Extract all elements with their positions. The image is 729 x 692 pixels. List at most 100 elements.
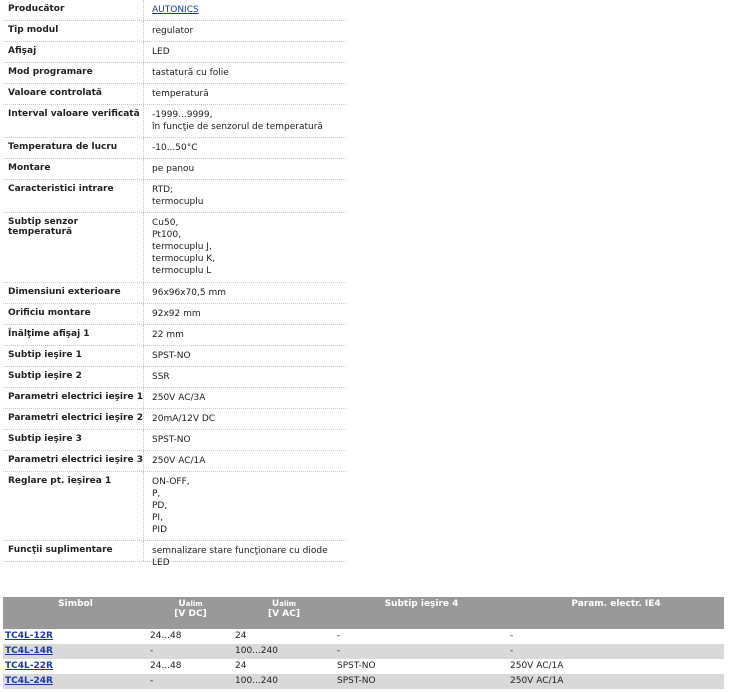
- cell-ualim-dc: -: [148, 674, 233, 689]
- cell-ualim-dc: 24...48: [150, 661, 182, 671]
- cell-param: -: [508, 644, 724, 659]
- spec-row: Interval valoare verificată -1999...9999,…: [3, 105, 346, 138]
- spec-label: Interval valoare verificată: [8, 109, 140, 119]
- spec-row: Mod programare tastatură cu folie: [3, 63, 346, 84]
- cell-ualim-ac: 100...240: [233, 644, 335, 659]
- spec-value: -1999...9999, în funcţie de senzorul de …: [143, 105, 346, 137]
- spec-label: Subtip ieşire 1: [8, 350, 82, 360]
- spec-value: ON-OFF, P, PD, PI, PID: [143, 472, 346, 540]
- spec-value: SPST-NO: [143, 346, 346, 366]
- spec-label: Producător: [8, 4, 65, 14]
- spec-label: Temperatura de lucru: [8, 142, 118, 152]
- spec-value: tastatură cu folie: [143, 63, 346, 83]
- cell-symbol: TC4L-12R: [3, 629, 148, 644]
- spec-value: semnalizare stare funcţionare cu diode L…: [143, 541, 346, 568]
- spec-label: Parametri electrici ieşire 1: [8, 392, 143, 402]
- cell-symbol: TC4L-22R: [3, 659, 148, 674]
- spec-label: Înălţime afişaj 1: [8, 329, 90, 339]
- variants-table: Simbol Ualim [V DC] Ualim [V AC] Subtip …: [3, 597, 724, 689]
- spec-label: Orificiu montare: [8, 308, 91, 318]
- spec-label: Parametri electrici ieşire 3: [8, 455, 143, 465]
- header-ualim-dc: Ualim [V DC]: [148, 597, 233, 629]
- header-param-electr-ie4: Param. electr. IE4: [508, 597, 724, 629]
- spec-label: Dimensiuni exterioare: [8, 287, 121, 297]
- spec-value: Cu50, Pt100, termocuplu J, termocuplu K,…: [143, 213, 346, 282]
- spec-label: Montare: [8, 163, 51, 173]
- spec-row: Tip modul regulator: [3, 21, 346, 42]
- cell-ualim-dc: 24...48: [150, 631, 182, 641]
- spec-row: Funcţii suplimentare semnalizare stare fu…: [3, 541, 346, 568]
- spec-value: 92x92 mm: [143, 304, 346, 324]
- cell-param: -: [510, 631, 514, 641]
- table-row: TC4L-12R 24...48 24 - -: [3, 629, 724, 644]
- spec-value: LED: [143, 42, 346, 62]
- cell-param: 250V AC/1A: [510, 661, 564, 671]
- manufacturer-link[interactable]: AUTONICS: [152, 5, 199, 15]
- spec-row: Valoare controlată temperatură: [3, 84, 346, 105]
- spec-row: Montare pe panou: [3, 159, 346, 180]
- header-symbol: Simbol: [3, 597, 148, 629]
- spec-label: Valoare controlată: [8, 88, 102, 98]
- spec-row: Producător AUTONICS: [3, 0, 346, 21]
- spec-row: Reglare pt. ieşirea 1 ON-OFF, P, PD, PI, …: [3, 472, 346, 541]
- spec-row: Temperatura de lucru -10...50°C: [3, 138, 346, 159]
- cell-symbol: TC4L-14R: [3, 644, 148, 659]
- cell-ualim-ac: 24: [235, 631, 247, 641]
- spec-value: 22 mm: [143, 325, 346, 345]
- header-subtip-iesire-4: Subtip ieşire 4: [335, 597, 508, 629]
- table-row: TC4L-14R -100...240- -: [3, 644, 724, 659]
- variants-header-row: Simbol Ualim [V DC] Ualim [V AC] Subtip …: [3, 597, 724, 629]
- spec-label: Caracteristici intrare: [8, 184, 114, 194]
- spec-value: AUTONICS: [143, 0, 346, 20]
- spec-label: Mod programare: [8, 67, 93, 77]
- header-ualim-ac: Ualim [V AC]: [233, 597, 335, 629]
- spec-label: Subtip ieşire 3: [8, 434, 82, 444]
- cell-subtip: -: [335, 644, 508, 659]
- spec-value: temperatură: [143, 84, 346, 104]
- product-symbol-link[interactable]: TC4L-14R: [5, 646, 53, 656]
- spec-row: Afişaj LED: [3, 42, 346, 63]
- spec-value: SSR: [143, 367, 346, 387]
- cell-ualim-ac: 24: [235, 661, 247, 671]
- product-symbol-link[interactable]: TC4L-12R: [5, 631, 53, 641]
- spec-row: Subtip ieşire 1 SPST-NO: [3, 346, 346, 367]
- spec-value: 250V AC/1A: [143, 451, 346, 471]
- spec-label: Parametri electrici ieşire 2: [8, 413, 143, 423]
- spec-value: 96x96x70,5 mm: [143, 283, 346, 303]
- spec-label: Afişaj: [8, 46, 37, 56]
- cell-param: 250V AC/1A: [508, 674, 724, 689]
- cell-ualim-dc: -: [148, 644, 233, 659]
- product-symbol-link[interactable]: TC4L-22R: [5, 661, 53, 671]
- table-row: TC4L-22R 24...48 24 SPST-NO 250V AC/1A: [3, 659, 724, 674]
- spec-row: Parametri electrici ieşire 3 250V AC/1A: [3, 451, 346, 472]
- spec-value: -10...50°C: [143, 138, 346, 158]
- table-row: TC4L-24R -100...240 SPST-NO 250V AC/1A: [3, 674, 724, 689]
- spec-value: SPST-NO: [143, 430, 346, 450]
- spec-row: Subtip senzor temperatură Cu50, Pt100, te…: [3, 213, 346, 283]
- spec-label: Reglare pt. ieşirea 1: [8, 476, 112, 486]
- product-symbol-link[interactable]: TC4L-24R: [5, 676, 53, 686]
- spec-row: Subtip ieşire 2 SSR: [3, 367, 346, 388]
- spec-row: Înălţime afişaj 1 22 mm: [3, 325, 346, 346]
- spec-value: 20mA/12V DC: [143, 409, 346, 429]
- spec-label: Subtip senzor temperatură: [8, 217, 79, 237]
- spec-label: Tip modul: [8, 25, 59, 35]
- cell-subtip: SPST-NO: [337, 661, 376, 671]
- cell-symbol: TC4L-24R: [3, 674, 148, 689]
- spec-value: RTD; termocuplu: [143, 180, 346, 212]
- spec-row: Parametri electrici ieşire 1 250V AC/3A: [3, 388, 346, 409]
- specifications-table: Producător AUTONICS Tip modul regulator Afiş…: [3, 0, 346, 568]
- spec-row: Parametri electrici ieşire 2 20mA/12V DC: [3, 409, 346, 430]
- spec-label: Subtip ieşire 2: [8, 371, 82, 381]
- spec-value: regulator: [143, 21, 346, 41]
- spec-row: Orificiu montare 92x92 mm: [3, 304, 346, 325]
- spec-row: Subtip ieşire 3 SPST-NO: [3, 430, 346, 451]
- cell-ualim-ac: 100...240: [233, 674, 335, 689]
- spec-value: pe panou: [143, 159, 346, 179]
- spec-row: Dimensiuni exterioare 96x96x70,5 mm: [3, 283, 346, 304]
- spec-label: Funcţii suplimentare: [8, 545, 113, 555]
- spec-value: 250V AC/3A: [143, 388, 346, 408]
- cell-subtip: -: [337, 631, 341, 641]
- spec-row: Caracteristici intrare RTD; termocuplu: [3, 180, 346, 213]
- cell-subtip: SPST-NO: [335, 674, 508, 689]
